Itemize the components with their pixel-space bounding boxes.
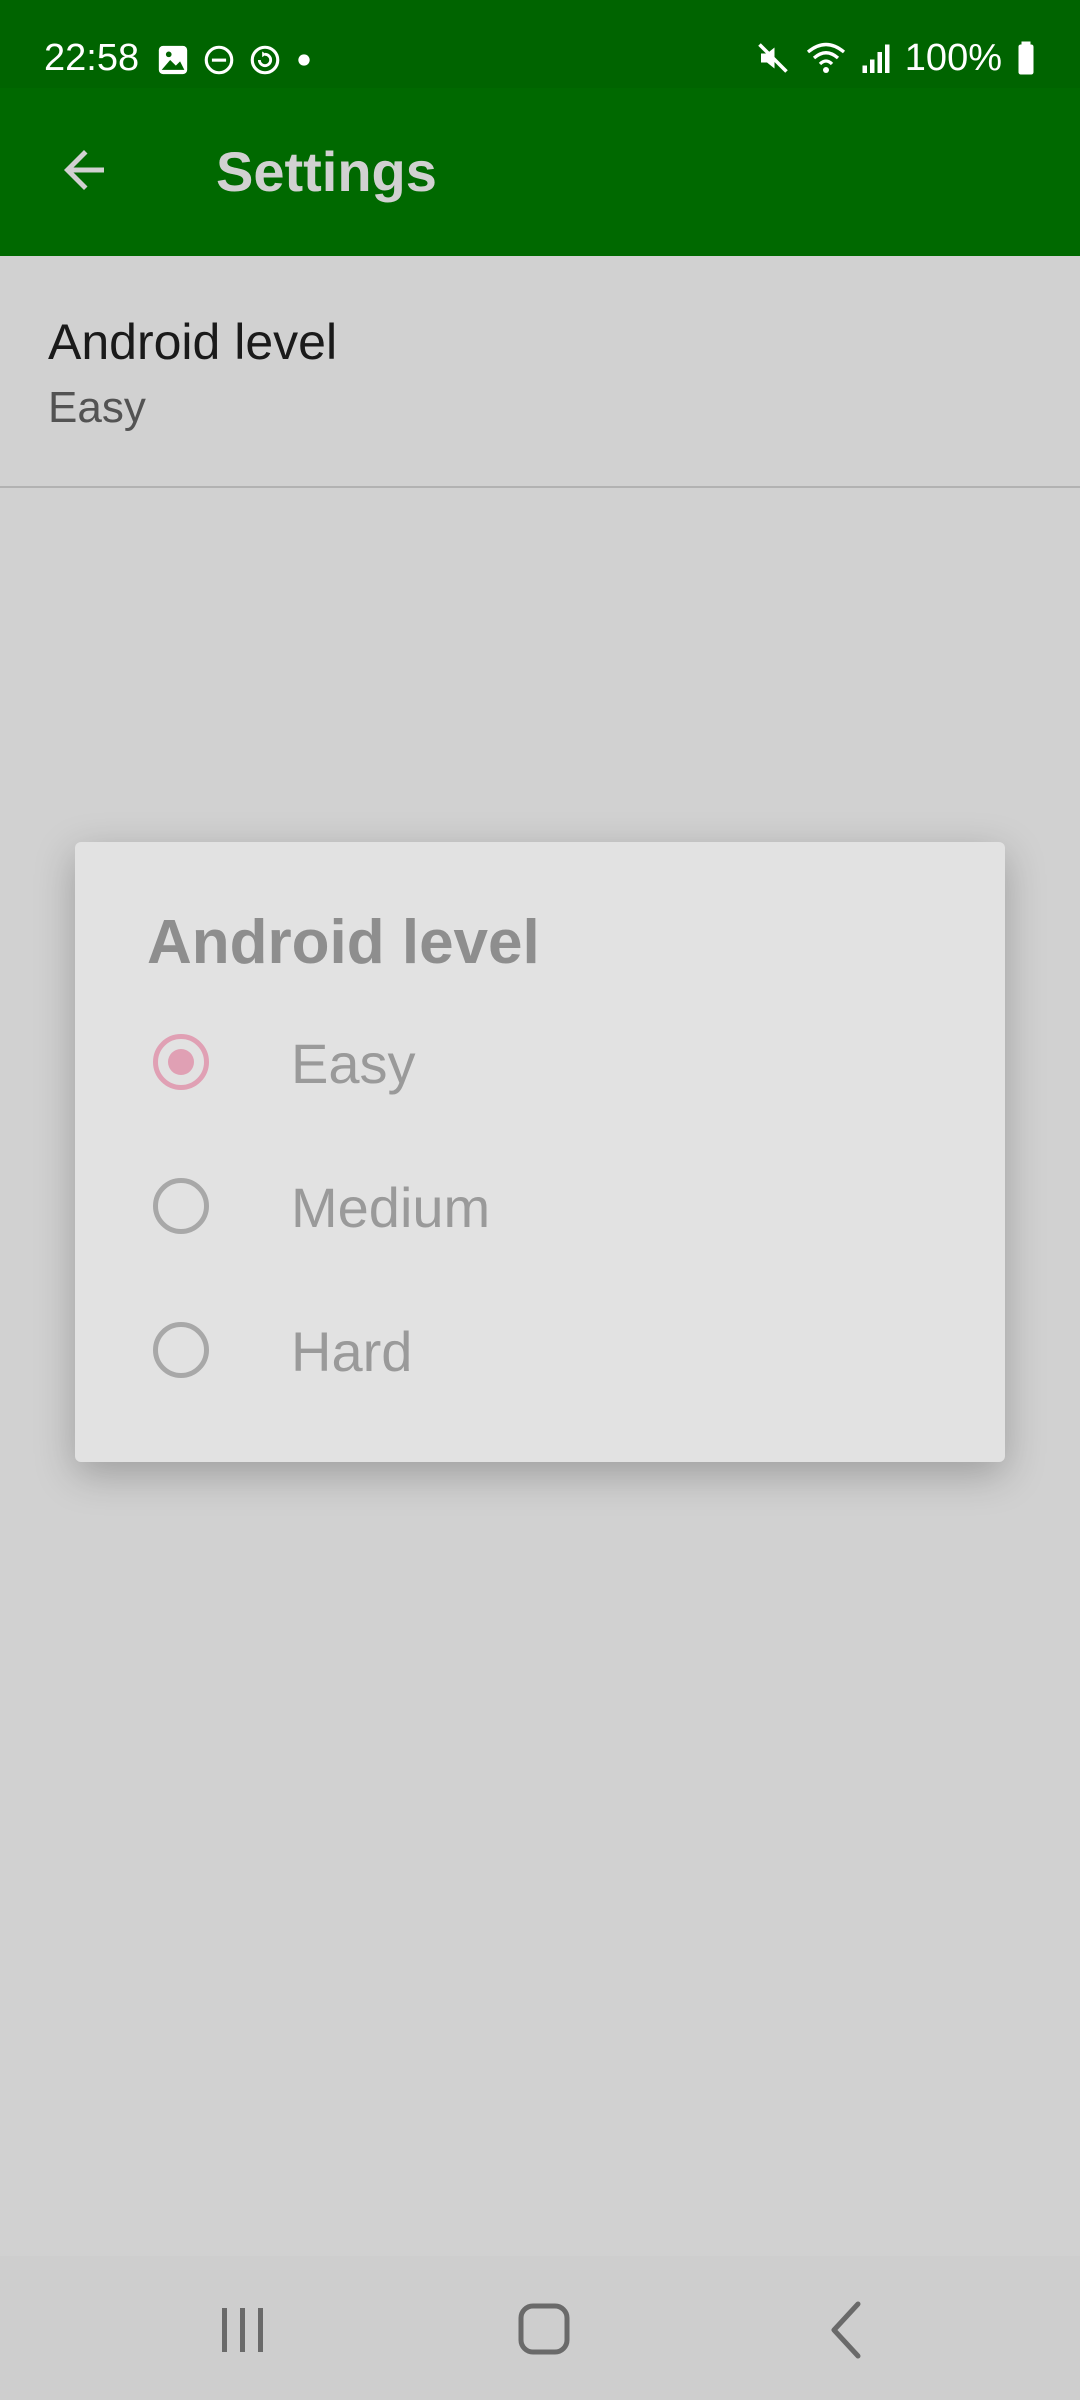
status-icons-right: 100% [755,36,1036,80]
radio-easy[interactable] [153,1034,209,1090]
signal-icon [862,44,890,73]
option-label-easy: Easy [291,1032,416,1095]
option-medium[interactable]: Medium [75,1136,1005,1280]
recent-apps-icon[interactable] [142,2256,342,2400]
radio-selected-dot [168,1049,194,1075]
dialog-title: Android level [147,908,540,977]
sync-icon [250,45,280,75]
navigation-bar [0,2256,1080,2400]
wifi-icon [806,42,845,73]
back-icon[interactable] [746,2256,946,2400]
level-dialog: Android level Easy Medium Hard [75,842,1005,1462]
option-easy[interactable]: Easy [75,992,1005,1136]
status-icons-left [156,40,314,80]
option-label-hard: Hard [291,1320,413,1383]
image-icon [158,45,188,75]
dnd-icon [204,45,234,75]
option-label-medium: Medium [291,1176,491,1239]
home-icon[interactable] [443,2256,643,2400]
battery-icon [1018,41,1034,75]
mute-icon [758,43,788,73]
status-bar: 22:58 100% [0,0,1080,88]
radio-medium[interactable] [153,1178,209,1234]
dot-icon [298,54,310,66]
radio-hard[interactable] [153,1322,209,1378]
battery-percentage: 100% [904,37,1002,79]
status-time: 22:58 [44,37,140,79]
option-hard[interactable]: Hard [75,1280,1005,1424]
